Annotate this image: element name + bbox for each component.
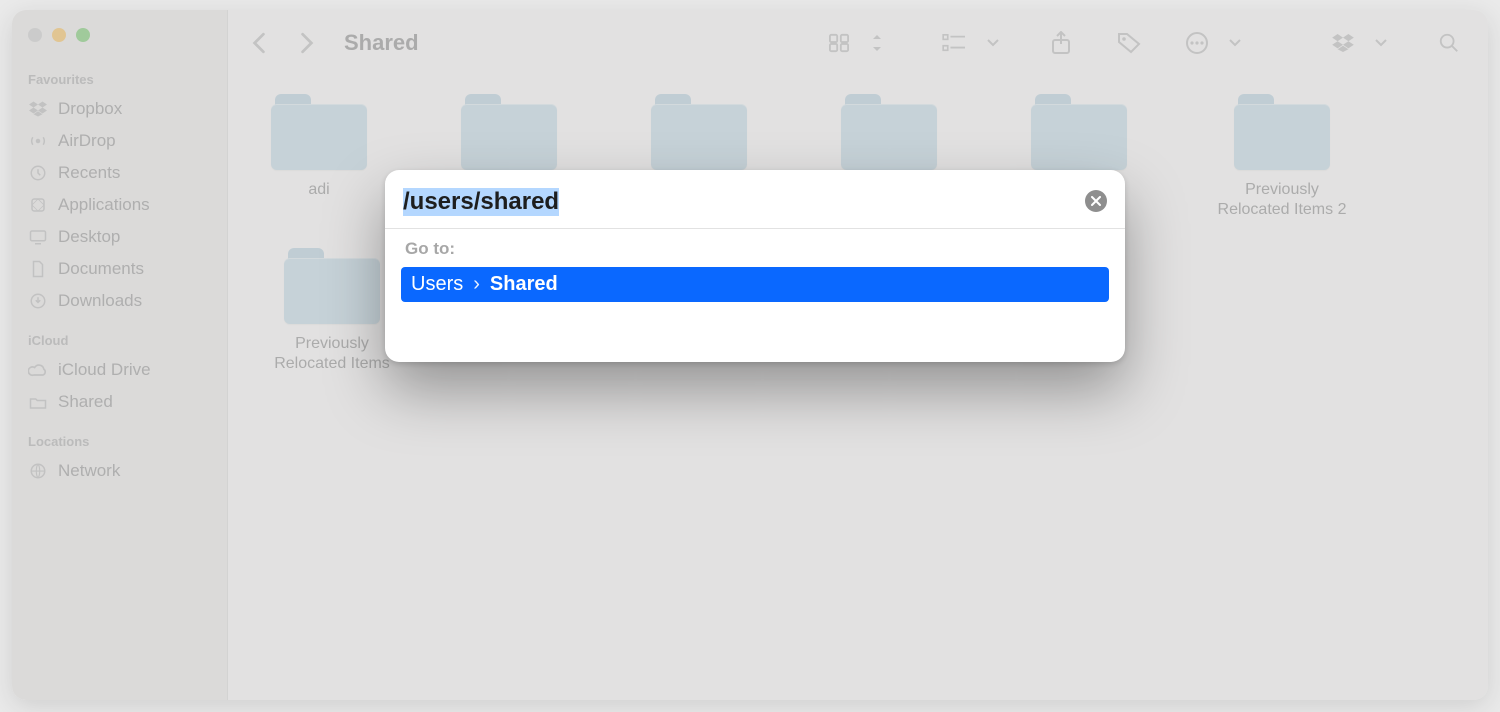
sidebar-section-icloud: iCloud	[28, 333, 211, 348]
sidebar-item-applications[interactable]: Applications	[22, 189, 217, 221]
close-window-button[interactable]	[28, 28, 42, 42]
group-menu[interactable]	[938, 28, 1010, 58]
sidebar-item-label: AirDrop	[58, 131, 116, 151]
divider	[385, 228, 1125, 229]
sidebar-item-label: Network	[58, 461, 120, 481]
dropbox-icon	[28, 100, 48, 118]
path-segment: Shared	[490, 273, 558, 296]
icloud-icon	[28, 361, 48, 379]
dropbox-icon	[1326, 28, 1360, 58]
shared-icon	[28, 393, 48, 411]
sidebar-item-label: Documents	[58, 259, 144, 279]
sidebar-item-label: Shared	[58, 392, 113, 412]
recents-icon	[28, 164, 48, 182]
dropbox-toolbar-menu[interactable]	[1326, 28, 1398, 58]
sidebar-item-label: Dropbox	[58, 99, 122, 119]
sidebar-item-desktop[interactable]: Desktop	[22, 221, 217, 253]
applications-icon	[28, 196, 48, 214]
go-to-folder-popover: Go to: Users › Shared	[385, 170, 1125, 362]
chevron-right-icon: ›	[473, 273, 480, 296]
tags-button[interactable]	[1112, 28, 1146, 58]
clear-input-button[interactable]	[1085, 190, 1107, 212]
sidebar-item-airdrop[interactable]: AirDrop	[22, 125, 217, 157]
forward-button[interactable]	[290, 28, 324, 58]
grid-icon	[822, 28, 856, 58]
network-icon	[28, 462, 48, 480]
sidebar-item-icloud-drive[interactable]: iCloud Drive	[22, 354, 217, 386]
sidebar: Favourites Dropbox AirDrop Recents Appli…	[12, 10, 228, 700]
go-to-label: Go to:	[405, 239, 1109, 259]
sidebar-item-network[interactable]: Network	[22, 455, 217, 487]
window-traffic-lights	[28, 28, 217, 42]
downloads-icon	[28, 292, 48, 310]
sidebar-section-favourites: Favourites	[28, 72, 211, 87]
path-segment: Users	[411, 273, 463, 296]
chevron-down-icon	[976, 28, 1010, 58]
documents-icon	[28, 260, 48, 278]
folder-icon	[271, 94, 367, 170]
folder-item[interactable]: adi	[252, 94, 386, 220]
sidebar-item-label: Downloads	[58, 291, 142, 311]
folder-icon	[651, 94, 747, 170]
sidebar-section-locations: Locations	[28, 434, 211, 449]
go-to-result-row[interactable]: Users › Shared	[401, 267, 1109, 302]
more-menu[interactable]	[1180, 28, 1252, 58]
share-button[interactable]	[1044, 28, 1078, 58]
chevron-down-icon	[1218, 28, 1252, 58]
window-title: Shared	[344, 30, 419, 56]
updown-icon	[860, 28, 894, 58]
minimise-window-button[interactable]	[52, 28, 66, 42]
sidebar-item-downloads[interactable]: Downloads	[22, 285, 217, 317]
view-switcher[interactable]	[822, 28, 894, 58]
folder-label: adi	[308, 180, 329, 200]
folder-item[interactable]: Previously Relocated Items 2	[1202, 94, 1362, 220]
sidebar-item-dropbox[interactable]: Dropbox	[22, 93, 217, 125]
back-button[interactable]	[242, 28, 276, 58]
folder-icon	[1031, 94, 1127, 170]
folder-icon	[841, 94, 937, 170]
maximise-window-button[interactable]	[76, 28, 90, 42]
group-icon	[938, 28, 972, 58]
toolbar: Shared	[228, 10, 1488, 76]
airdrop-icon	[28, 132, 48, 150]
search-button[interactable]	[1432, 28, 1466, 58]
folder-icon	[1234, 94, 1330, 170]
sidebar-item-label: Recents	[58, 163, 120, 183]
sidebar-item-recents[interactable]: Recents	[22, 157, 217, 189]
folder-label: Previously Relocated Items 2	[1207, 180, 1357, 220]
desktop-icon	[28, 228, 48, 246]
go-to-path-input[interactable]	[401, 184, 1109, 226]
sidebar-item-documents[interactable]: Documents	[22, 253, 217, 285]
sidebar-item-label: Desktop	[58, 227, 120, 247]
sidebar-item-shared[interactable]: Shared	[22, 386, 217, 418]
folder-icon	[284, 248, 380, 324]
ellipsis-circle-icon	[1180, 28, 1214, 58]
folder-icon	[461, 94, 557, 170]
sidebar-item-label: Applications	[58, 195, 150, 215]
sidebar-item-label: iCloud Drive	[58, 360, 151, 380]
chevron-down-icon	[1364, 28, 1398, 58]
